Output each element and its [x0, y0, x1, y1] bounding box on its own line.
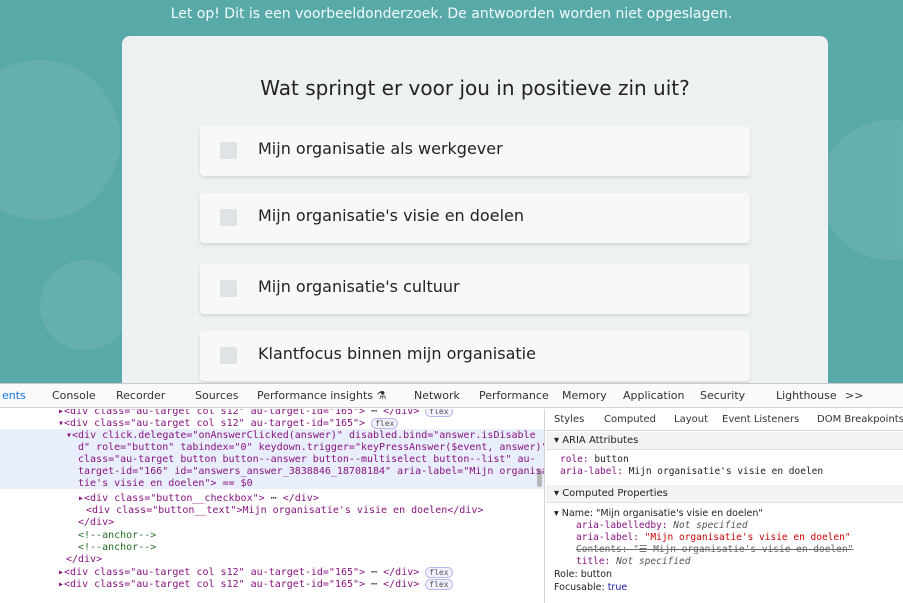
- computed-name-row[interactable]: ▾ Name: "Mijn organisatie's visie en doe…: [554, 508, 763, 519]
- prop-key: aria-labelledby:: [576, 520, 668, 531]
- answer-button[interactable]: Klantfocus binnen mijn organisatie: [200, 331, 750, 381]
- checkbox[interactable]: [220, 142, 237, 159]
- answer-label: Mijn organisatie's visie en doelen: [258, 206, 524, 225]
- computed-aria-label-row: aria-label: "Mijn organisatie's visie en…: [576, 532, 851, 543]
- question-card: Wat springt er voor jou in positieve zin…: [122, 36, 828, 383]
- node-close-tag: </div>: [383, 567, 420, 578]
- answer-button[interactable]: Mijn organisatie als werkgever: [200, 126, 750, 176]
- prop-value: "Mijn organisatie's visie en doelen": [644, 532, 851, 543]
- tab-layout[interactable]: Layout: [674, 414, 708, 425]
- computed-properties-header[interactable]: ▾ Computed Properties: [546, 485, 903, 503]
- prop-key: aria-label:: [576, 532, 639, 543]
- dom-node-selected[interactable]: d" role="button" tabindex="0" keydown.tr…: [78, 442, 544, 454]
- tab-network[interactable]: Network: [414, 389, 460, 402]
- prop-value: button: [594, 454, 629, 465]
- prop-value: Not specified: [673, 520, 748, 531]
- ellipsis-icon[interactable]: ⋯: [371, 409, 377, 417]
- node-close-tag: </div>: [282, 493, 319, 504]
- node-tag: ▾<div class="au-target col s12" au-targe…: [58, 418, 366, 429]
- tab-elements[interactable]: ents: [2, 389, 26, 402]
- background-shape: [40, 260, 130, 350]
- demo-warning-banner: Let op! Dit is een voorbeeldonderzoek. D…: [170, 6, 733, 22]
- prop-value: Not specified: [616, 556, 691, 567]
- node-close-tag: </div>: [383, 579, 420, 590]
- dom-node[interactable]: ▸<div class="au-target col s12" au-targe…: [58, 567, 453, 579]
- tab-performance[interactable]: Performance: [479, 389, 549, 402]
- contents-row: Contents: "☰ Mijn organisatie's visie en…: [576, 544, 854, 555]
- node-close-tag: </div>: [383, 409, 420, 417]
- more-tabs-icon[interactable]: >>: [845, 389, 863, 402]
- flex-badge[interactable]: flex: [425, 579, 453, 590]
- prop-key: Focusable:: [554, 582, 605, 593]
- aria-label-row: aria-label: Mijn organisatie's visie en …: [560, 466, 823, 477]
- dom-node-selected[interactable]: target-id="166" id="answers_answer_38388…: [78, 466, 544, 478]
- comment-node[interactable]: <!--anchor-->: [78, 542, 156, 554]
- checkbox[interactable]: [220, 209, 237, 226]
- dom-node[interactable]: ▸<div class="button__checkbox"> ⋯ </div>: [78, 493, 319, 505]
- tab-computed[interactable]: Computed: [604, 414, 656, 425]
- tab-sources[interactable]: Sources: [195, 389, 239, 402]
- tab-memory[interactable]: Memory: [562, 389, 607, 402]
- tab-event-listeners[interactable]: Event Listeners: [722, 414, 799, 425]
- tab-recorder[interactable]: Recorder: [116, 389, 165, 402]
- dom-node[interactable]: </div>: [78, 517, 114, 529]
- ellipsis-icon[interactable]: ⋯: [371, 567, 377, 578]
- background-shape: [0, 60, 120, 220]
- flex-badge[interactable]: flex: [425, 567, 453, 578]
- tab-styles[interactable]: Styles: [554, 414, 584, 425]
- flex-badge[interactable]: flex: [371, 418, 399, 429]
- tab-security[interactable]: Security: [700, 389, 745, 402]
- prop-value: Mijn organisatie's visie en doelen: [628, 466, 824, 477]
- checkbox[interactable]: [220, 280, 237, 297]
- answer-button[interactable]: Mijn organisatie's visie en doelen: [200, 193, 750, 243]
- comment-node[interactable]: <!--anchor-->: [78, 530, 156, 542]
- role-row: Role: button: [554, 569, 613, 580]
- checkbox[interactable]: [220, 347, 237, 364]
- sidebar-tab-bar: Styles Computed Layout Event Listeners D…: [546, 409, 903, 431]
- question-title: Wat springt er voor jou in positieve zin…: [260, 76, 690, 100]
- node-tag: ▸<div class="au-target col s12" au-targe…: [58, 409, 366, 417]
- dom-node[interactable]: ▸<div class="au-target col s12" au-targe…: [58, 579, 453, 591]
- dom-node[interactable]: ▾<div class="au-target col s12" au-targe…: [58, 418, 399, 430]
- elements-tree: ▸<div class="au-target col s12" au-targe…: [0, 409, 545, 603]
- prop-key: title:: [576, 556, 611, 567]
- answer-label: Klantfocus binnen mijn organisatie: [258, 344, 536, 363]
- accessibility-sidebar: Styles Computed Layout Event Listeners D…: [546, 409, 903, 603]
- dom-node-selected[interactable]: ▾<div click.delegate="onAnswerClicked(an…: [66, 430, 536, 442]
- tab-dom-breakpoints[interactable]: DOM Breakpoints: [817, 414, 903, 425]
- flex-badge[interactable]: flex: [425, 409, 453, 417]
- dom-node-selected[interactable]: class="au-target button button--answer b…: [78, 454, 536, 466]
- prop-key: role:: [560, 454, 589, 465]
- tab-lighthouse[interactable]: Lighthouse: [776, 389, 837, 402]
- tab-console[interactable]: Console: [52, 389, 96, 402]
- aria-attributes-header[interactable]: ▾ ARIA Attributes: [546, 432, 903, 450]
- node-tag: ▸<div class="au-target col s12" au-targe…: [58, 579, 366, 590]
- devtools-tab-bar: ents Console Recorder Sources Performanc…: [0, 384, 903, 408]
- answer-label: Mijn organisatie's cultuur: [258, 277, 460, 296]
- dom-node-selected[interactable]: tie's visie en doelen"> == $0: [78, 478, 253, 490]
- prop-value: true: [607, 582, 628, 593]
- dom-node[interactable]: <div class="button__text">Mijn organisat…: [86, 505, 483, 517]
- dom-node[interactable]: </div>: [66, 554, 102, 566]
- ellipsis-icon[interactable]: ⋯: [371, 579, 377, 590]
- node-tag: ▸<div class="button__checkbox">: [78, 493, 271, 504]
- background-shape: [820, 120, 903, 260]
- labelledby-row: aria-labelledby: Not specified: [576, 520, 748, 531]
- survey-page: Let op! Dit is een voorbeeldonderzoek. D…: [0, 0, 903, 383]
- ellipsis-icon[interactable]: ⋯: [271, 493, 277, 504]
- node-tag: ▸<div class="au-target col s12" au-targe…: [58, 567, 366, 578]
- devtools-panel: ents Console Recorder Sources Performanc…: [0, 383, 903, 603]
- title-row: title: Not specified: [576, 556, 690, 567]
- focusable-row: Focusable: true: [554, 582, 627, 593]
- tab-application[interactable]: Application: [623, 389, 684, 402]
- aria-role-row: role: button: [560, 454, 629, 465]
- dom-node[interactable]: ▸<div class="au-target col s12" au-targe…: [58, 409, 453, 418]
- prop-key: aria-label:: [560, 466, 623, 477]
- tab-performance-insights[interactable]: Performance insights ⚗: [257, 389, 386, 402]
- answer-button[interactable]: Mijn organisatie's cultuur: [200, 264, 750, 314]
- answer-label: Mijn organisatie als werkgever: [258, 139, 503, 158]
